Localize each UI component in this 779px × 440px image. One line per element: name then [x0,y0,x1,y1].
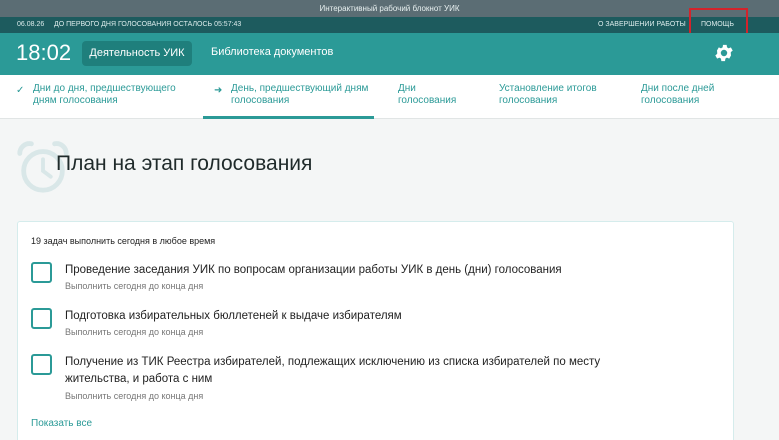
voting-countdown: ДО ПЕРВОГО ДНЯ ГОЛОСОВАНИЯ ОСТАЛОСЬ 05:5… [54,21,242,28]
step-label-line2: голосования [499,95,558,106]
stage-steps: ✓ Дни до дня, предшествующего дням голос… [0,75,779,119]
task-deadline: Выполнить сегодня до конца дня [65,391,204,401]
check-icon: ✓ [16,85,25,96]
task-deadline: Выполнить сегодня до конца дня [65,327,204,337]
step-label-line2: голосования [231,95,290,106]
status-date: 06.08.26 [17,21,45,28]
tasks-card: 19 задач выполнить сегодня в любое время… [17,221,734,440]
help-highlight-frame [689,8,748,35]
step-label-line1: День, предшествующий дням [231,83,369,94]
activity-button[interactable]: Деятельность УИК [82,41,192,66]
header-clock: 18:02 [16,40,72,65]
task-title: Проведение заседания УИК по вопросам орг… [65,264,562,276]
task-title: Подготовка избирательных бюллетеней к вы… [65,310,402,322]
finish-work-link[interactable]: О ЗАВЕРШЕНИИ РАБОТЫ [598,17,686,33]
step-after-voting[interactable]: Дни после дней голосования [641,83,714,107]
step-label-line2: дням голосования [33,95,118,106]
step-label-line1: Установление итогов [499,83,597,94]
step-label-line1: Дни после дней [641,83,715,94]
step-label-line2: голосования [398,95,457,106]
step-before-pre-voting[interactable]: ✓ Дни до дня, предшествующего дням голос… [16,83,176,107]
task-checkbox[interactable] [31,354,52,375]
window-title: Интерактивный рабочий блокнот УИК [319,4,460,13]
app-header: 18:02 Деятельность УИК Библиотека докуме… [0,33,779,75]
library-link[interactable]: Библиотека документов [211,46,333,58]
settings-gear-icon[interactable] [713,42,735,64]
step-label-line2: голосования [641,95,700,106]
step-pre-voting-day[interactable]: ➜ День, предшествующий дням голосования [214,83,369,107]
status-bar: 06.08.26 ДО ПЕРВОГО ДНЯ ГОЛОСОВАНИЯ ОСТА… [0,17,779,33]
task-title: Получение из ТИК Реестра избирателей, по… [65,356,601,385]
active-step-underline [203,116,374,119]
tasks-summary: 19 задач выполнить сегодня в любое время [31,236,216,246]
step-voting-days[interactable]: Дни голосования [398,83,456,107]
step-label-line1: Дни до дня, предшествующего [33,83,176,94]
task-checkbox[interactable] [31,262,52,283]
step-label-line1: Дни [398,83,416,94]
window-title-bar: Интерактивный рабочий блокнот УИК [0,0,779,17]
step-results[interactable]: Установление итогов голосования [499,83,597,107]
task-checkbox[interactable] [31,308,52,329]
page-title: План на этап голосования [56,152,313,175]
show-all-link[interactable]: Показать все [31,418,92,429]
task-deadline: Выполнить сегодня до конца дня [65,281,204,291]
arrow-right-icon: ➜ [214,85,223,96]
